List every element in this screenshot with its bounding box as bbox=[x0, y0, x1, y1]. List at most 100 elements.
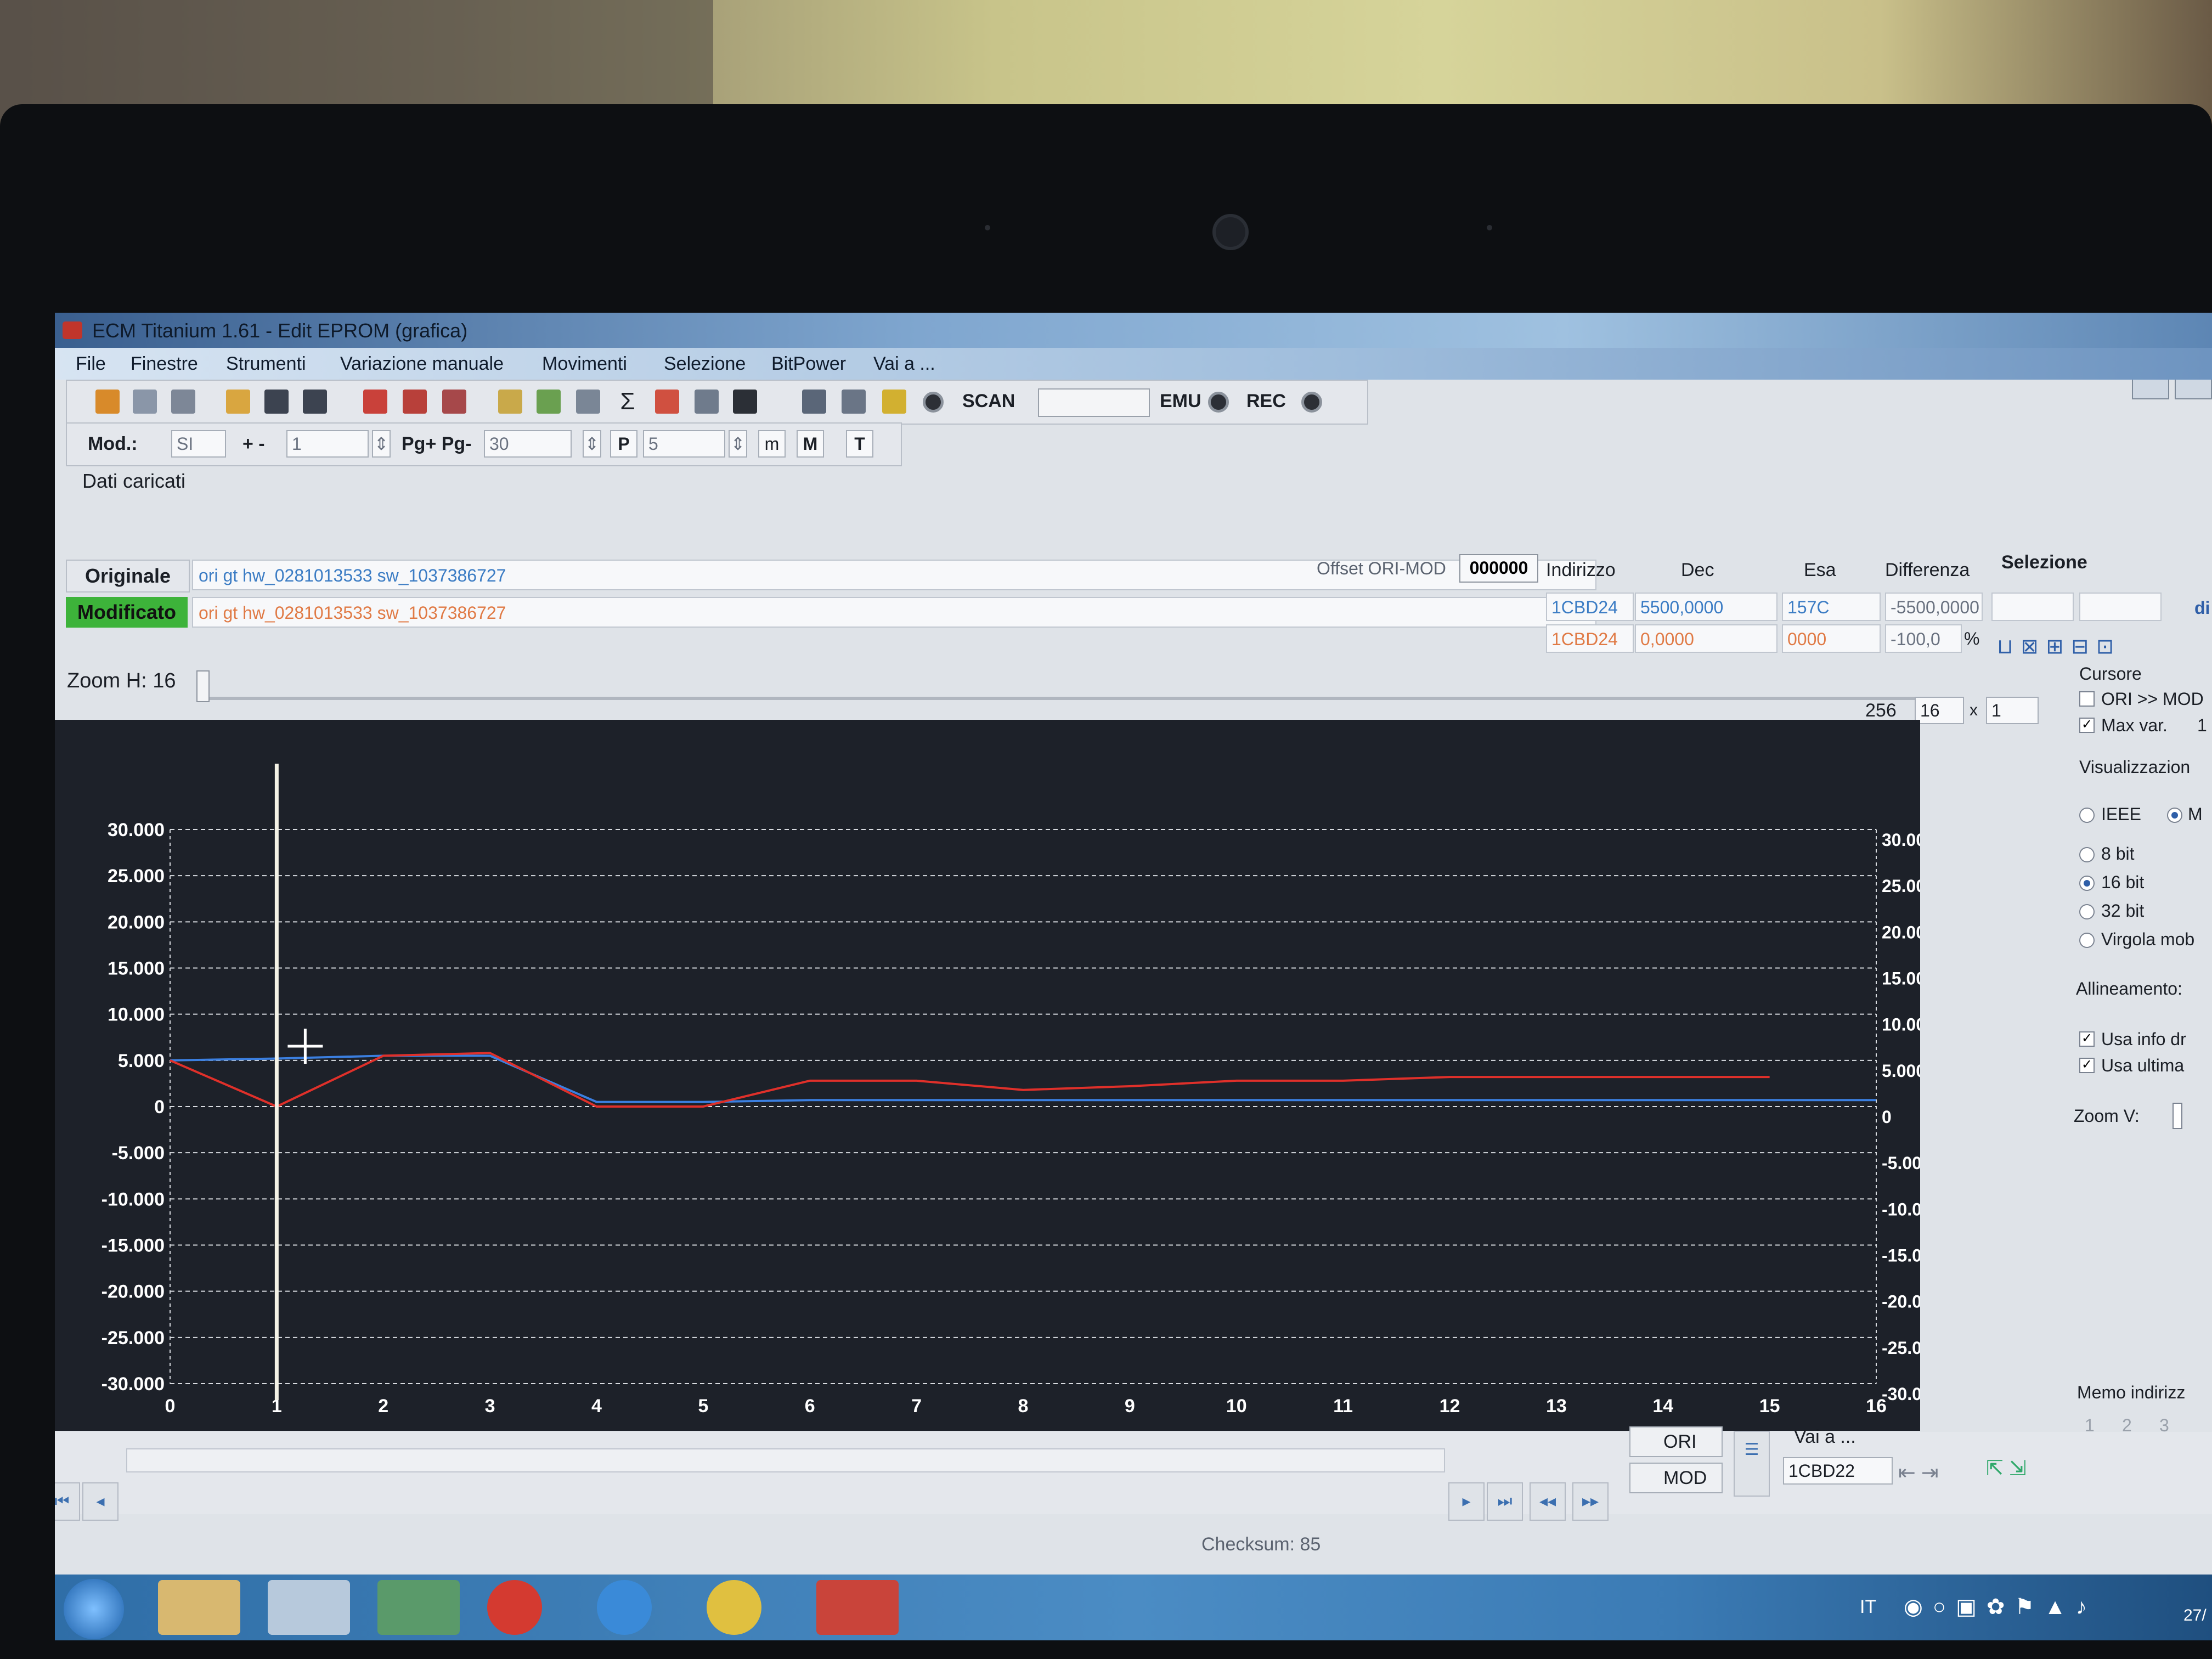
float-radio[interactable] bbox=[2079, 933, 2095, 948]
network-app-icon[interactable] bbox=[377, 1580, 460, 1635]
m-radio[interactable] bbox=[2167, 808, 2182, 823]
save-as-icon[interactable] bbox=[303, 390, 327, 414]
bit16-radio[interactable] bbox=[2079, 876, 2095, 891]
menu-movimenti[interactable]: Movimenti bbox=[542, 353, 627, 375]
mod-lock-button[interactable]: MOD bbox=[1629, 1463, 1723, 1493]
menu-selezione[interactable]: Selezione bbox=[664, 353, 746, 375]
mod-field[interactable]: SI bbox=[171, 430, 226, 458]
calendar-icon[interactable] bbox=[442, 390, 466, 414]
x-tick: 0 bbox=[165, 1396, 176, 1417]
rec-button[interactable] bbox=[1301, 392, 1322, 413]
y-tick-right: -5.000 bbox=[1882, 1153, 1920, 1173]
tray-icons[interactable]: ◉○▣✿⚑▲♪ bbox=[1904, 1594, 2097, 1620]
window-title: ECM Titanium 1.61 - Edit EPROM (grafica) bbox=[92, 319, 468, 342]
clock-date: 27/ bbox=[2183, 1606, 2207, 1624]
marker-icons[interactable]: ⇱⇲ bbox=[1986, 1456, 2032, 1481]
language-indicator[interactable]: IT bbox=[1860, 1596, 1876, 1618]
m-large-icon[interactable]: M bbox=[797, 430, 824, 458]
menu-finestre[interactable]: Finestre bbox=[131, 353, 198, 375]
emu-button[interactable] bbox=[1208, 392, 1229, 413]
terminal-icon[interactable] bbox=[802, 390, 826, 414]
page-field[interactable]: 30 bbox=[484, 430, 572, 458]
y-tick-left: 10.000 bbox=[108, 1005, 165, 1025]
m-small-icon[interactable]: m bbox=[758, 430, 786, 458]
opera-icon[interactable] bbox=[487, 1580, 542, 1635]
originale-button[interactable]: Originale bbox=[66, 560, 190, 592]
document-icon[interactable] bbox=[498, 390, 522, 414]
compare-icon[interactable] bbox=[403, 390, 427, 414]
start-button[interactable] bbox=[64, 1579, 124, 1639]
next-button[interactable]: ▸ bbox=[1448, 1482, 1485, 1521]
zoom-h-track[interactable] bbox=[198, 697, 1953, 700]
checklist-icon[interactable] bbox=[363, 390, 387, 414]
split-icon[interactable] bbox=[171, 390, 195, 414]
list-icon[interactable]: ☰ bbox=[1734, 1431, 1770, 1497]
lock-icon[interactable] bbox=[842, 390, 866, 414]
zoom-v-slider[interactable] bbox=[2172, 1103, 2182, 1129]
line-chart[interactable]: 30.00030.00025.00025.00020.00020.00015.0… bbox=[55, 720, 1920, 1431]
p-icon[interactable]: P bbox=[610, 430, 637, 458]
menu-bitpower[interactable]: BitPower bbox=[771, 353, 846, 375]
record-icon[interactable] bbox=[923, 392, 944, 413]
vai-field[interactable]: 1CBD22 bbox=[1783, 1457, 1893, 1485]
menu-strumenti[interactable]: Strumenti bbox=[226, 353, 306, 375]
rows-field[interactable]: 1 bbox=[1986, 697, 2039, 724]
menu-vai-a[interactable]: Vai a ... bbox=[873, 353, 935, 375]
step-field[interactable]: 1 bbox=[286, 430, 369, 458]
page-spinner[interactable]: ⇕ bbox=[583, 430, 601, 458]
first-page-button[interactable]: ⏮ bbox=[55, 1482, 80, 1521]
battery-icon[interactable] bbox=[537, 390, 561, 414]
dati-caricati-title: Dati caricati bbox=[82, 470, 186, 492]
zoom-v-label: Zoom V: bbox=[2074, 1106, 2140, 1126]
cols-field[interactable]: 16 bbox=[1915, 697, 1964, 724]
p-field[interactable]: 5 bbox=[643, 430, 725, 458]
graph-area[interactable]: 30.00030.00025.00025.00020.00020.00015.0… bbox=[55, 720, 1920, 1431]
bit8-radio[interactable] bbox=[2079, 847, 2095, 862]
binoculars-icon[interactable] bbox=[733, 390, 757, 414]
prev-page-button[interactable]: ◂ bbox=[82, 1482, 119, 1521]
step-spinner[interactable]: ⇕ bbox=[372, 430, 391, 458]
open-folder-icon[interactable] bbox=[226, 390, 250, 414]
max-var-checkbox[interactable]: ✓ bbox=[2079, 718, 2095, 733]
y-tick-left: -20.000 bbox=[101, 1282, 165, 1302]
indent-icons[interactable]: ⇤⇥ bbox=[1898, 1460, 1944, 1485]
next-next-button[interactable]: ⏭ bbox=[1487, 1482, 1523, 1521]
usa-ultima-checkbox[interactable]: ✓ bbox=[2079, 1058, 2095, 1073]
window-app-icon[interactable] bbox=[268, 1580, 350, 1635]
edit-icon[interactable] bbox=[576, 390, 600, 414]
offset-field[interactable]: 000000 bbox=[1459, 554, 1538, 583]
ieee-radio[interactable] bbox=[2079, 808, 2095, 823]
x-tick: 2 bbox=[378, 1396, 388, 1417]
modificato-button[interactable]: Modificato bbox=[66, 597, 188, 628]
x-tick: 7 bbox=[911, 1396, 922, 1417]
ori-mod-checkbox[interactable] bbox=[2079, 691, 2095, 707]
zoom-h-thumb[interactable] bbox=[196, 670, 210, 702]
dec-header: Dec bbox=[1681, 560, 1714, 580]
p-spinner[interactable]: ⇕ bbox=[729, 430, 747, 458]
memo-title: Memo indirizz bbox=[2077, 1383, 2186, 1402]
t-icon[interactable]: T bbox=[846, 430, 873, 458]
chrome-icon[interactable] bbox=[707, 1580, 761, 1635]
y-tick-right: -15.000 bbox=[1882, 1246, 1920, 1266]
max-var-value[interactable]: 1 bbox=[2197, 715, 2207, 736]
ori-lock-button[interactable]: ORI bbox=[1629, 1426, 1723, 1457]
explorer-icon[interactable] bbox=[158, 1580, 240, 1635]
main-toolbar: Σ SCAN EMU REC bbox=[66, 380, 1368, 425]
bit32-radio[interactable] bbox=[2079, 904, 2095, 919]
chart-icon[interactable] bbox=[655, 390, 679, 414]
runner-icon[interactable] bbox=[882, 390, 906, 414]
table-icon[interactable] bbox=[695, 390, 719, 414]
ecm-titanium-taskbar-icon[interactable] bbox=[816, 1580, 899, 1635]
menu-variazione-manuale[interactable]: Variazione manuale bbox=[340, 353, 504, 375]
home-icon[interactable] bbox=[95, 390, 120, 414]
sum-icon[interactable]: Σ bbox=[616, 390, 640, 414]
menu-file[interactable]: File bbox=[76, 353, 106, 375]
prev-step-button[interactable]: ◂◂ bbox=[1530, 1482, 1566, 1521]
windows-icon[interactable] bbox=[133, 390, 157, 414]
play-button[interactable]: ▸▸ bbox=[1572, 1482, 1609, 1521]
scan-dropdown[interactable] bbox=[1038, 388, 1150, 417]
h-scrollbar[interactable] bbox=[126, 1448, 1445, 1472]
usa-info-checkbox[interactable]: ✓ bbox=[2079, 1031, 2095, 1047]
save-icon[interactable] bbox=[264, 390, 289, 414]
internet-explorer-icon[interactable] bbox=[597, 1580, 652, 1635]
